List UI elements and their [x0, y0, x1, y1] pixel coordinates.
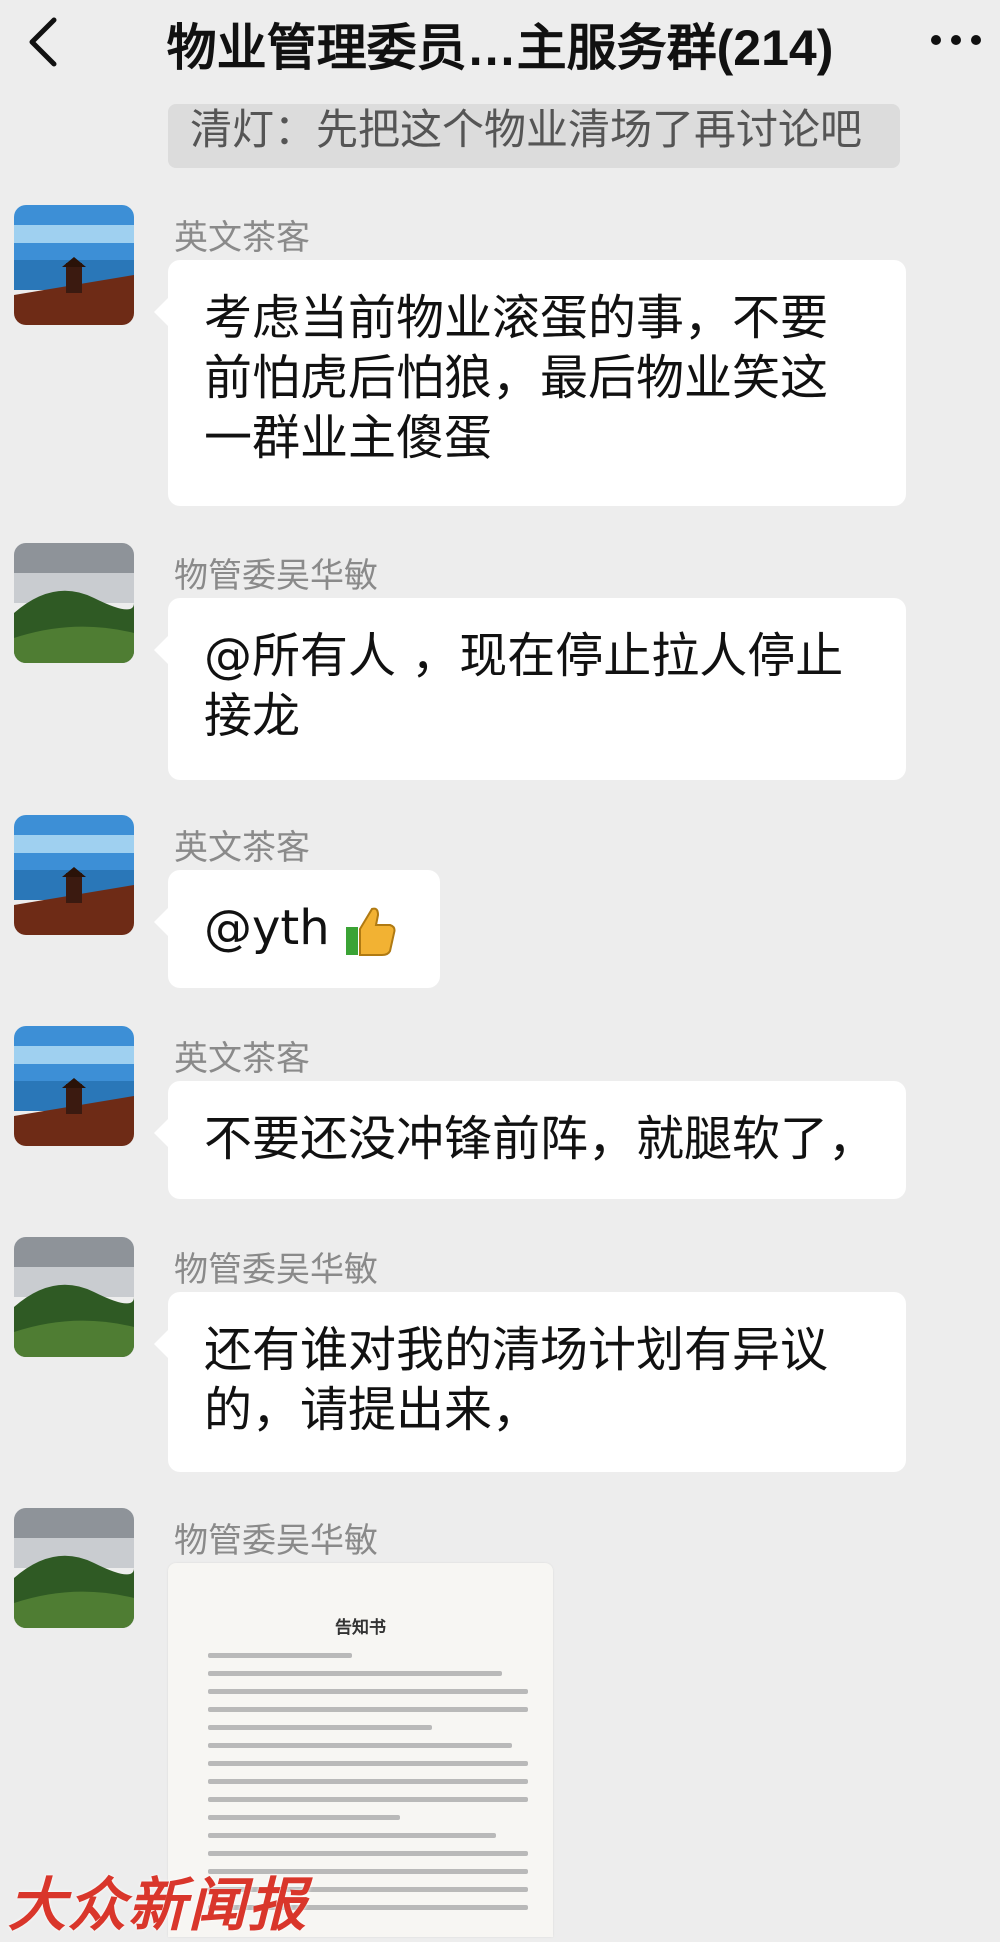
chat-header: 物业管理委员…主服务群(214)	[0, 0, 1000, 84]
tea-hills-avatar-icon	[14, 1237, 134, 1357]
chat-title: 物业管理委员…主服务群(214)	[166, 20, 834, 76]
message-bubble[interactable]: 考虑当前物业滚蛋的事，不要前怕虎后怕狼，最后物业笑这一群业主傻蛋	[154, 260, 906, 506]
avatar[interactable]	[14, 205, 134, 325]
tea-hills-avatar-icon	[14, 1508, 134, 1628]
message-bubble[interactable]: @yth	[154, 870, 440, 988]
sender-name: 物管委吴华敏	[174, 556, 378, 596]
avatar[interactable]	[14, 1508, 134, 1628]
chevron-left-icon[interactable]	[24, 12, 64, 72]
tea-hills-avatar-icon	[14, 543, 134, 663]
watermark-logo: 大众新闻报	[8, 1871, 309, 1939]
message-bubble[interactable]: @所有人 ，现在停止拉人停止接龙	[154, 598, 906, 780]
pagoda-avatar-icon	[14, 205, 134, 325]
thumbs-up-icon	[345, 907, 396, 956]
avatar[interactable]	[14, 1026, 134, 1146]
sender-name: 物管委吴华敏	[174, 1250, 378, 1290]
sender-name: 英文茶客	[174, 218, 310, 258]
message-text: @yth	[204, 900, 330, 956]
avatar[interactable]	[14, 543, 134, 663]
system-message: 清灯：先把这个物业清场了再讨论吧	[168, 104, 900, 168]
sender-name: 英文茶客	[174, 828, 310, 868]
avatar[interactable]	[14, 815, 134, 935]
pagoda-avatar-icon	[14, 815, 134, 935]
document-title: 告知书	[335, 1618, 386, 1638]
avatar[interactable]	[14, 1237, 134, 1357]
sender-name: 英文茶客	[174, 1039, 310, 1079]
message-bubble[interactable]: 不要还没冲锋前阵，就腿软了，	[154, 1081, 906, 1199]
sender-name: 物管委吴华敏	[174, 1521, 378, 1561]
more-dots-icon[interactable]	[928, 28, 984, 52]
message-bubble[interactable]: 还有谁对我的清场计划有异议的，请提出来，	[154, 1292, 906, 1472]
pagoda-avatar-icon	[14, 1026, 134, 1146]
